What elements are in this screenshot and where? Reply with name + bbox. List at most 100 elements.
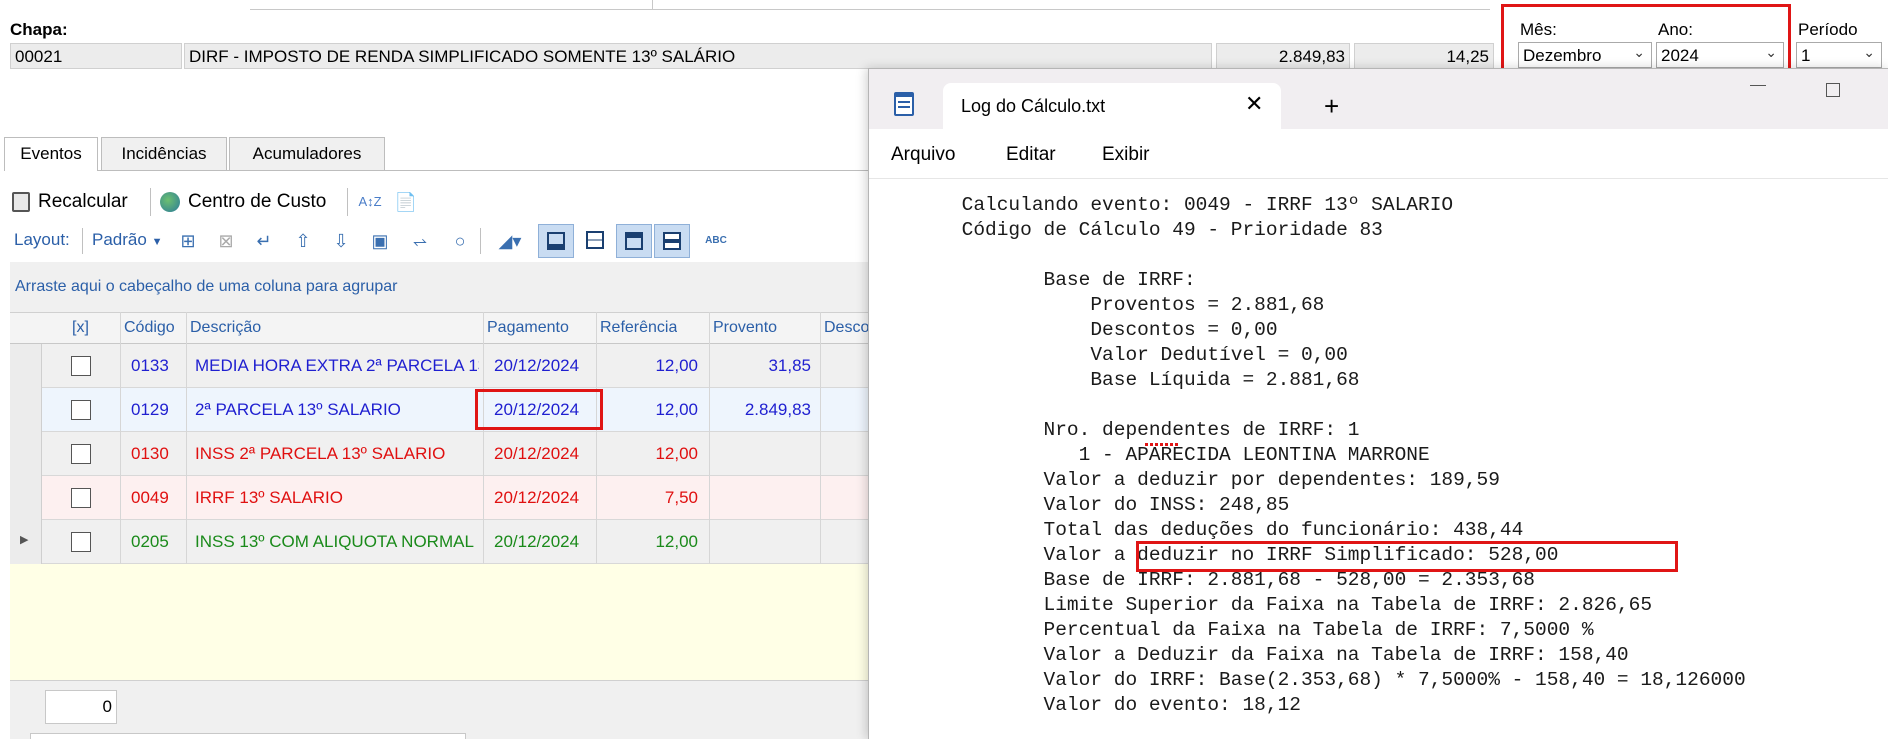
mes-select[interactable]: Dezembro ⌄ [1518, 42, 1652, 68]
col-header-codigo[interactable]: Código [124, 319, 175, 337]
layout-top-panel-icon[interactable] [616, 224, 652, 258]
irrf-simplificado-highlight [1136, 541, 1678, 572]
delete-row-icon[interactable]: ⊠ [212, 227, 240, 255]
notepad-tab[interactable]: Log do Cálculo.txt ✕ [943, 83, 1281, 129]
minimize-icon[interactable] [1750, 85, 1766, 86]
move-down-icon[interactable]: ⇩ [327, 227, 355, 255]
group-hint: Arraste aqui o cabeçalho de uma coluna p… [15, 278, 398, 295]
tab-incidencias[interactable]: Incidências [101, 137, 227, 170]
cell-provento: 31,85 [768, 356, 811, 375]
footer-count-field[interactable]: 0 [45, 690, 117, 724]
menu-arquivo[interactable]: Arquivo [891, 144, 955, 166]
tab-incidencias-label: Incidências [121, 144, 207, 163]
log-line: Base de IRRF: [868, 269, 1196, 291]
toolbar-separator [347, 188, 348, 216]
toolbar-separator [82, 228, 83, 254]
sort-az-icon[interactable]: A↕Z [356, 188, 384, 216]
valor1-field[interactable]: 2.849,83 [1216, 43, 1350, 69]
document-settings-icon[interactable]: 📄 [392, 188, 420, 216]
maximize-icon[interactable] [1826, 83, 1840, 97]
spellcheck-icon[interactable]: ABC [698, 227, 734, 255]
chevron-down-icon: ⌄ [1765, 44, 1777, 60]
top-divider [250, 9, 1490, 10]
caret-down-icon: ▼ [151, 236, 163, 248]
descricao-field[interactable]: DIRF - IMPOSTO DE RENDA SIMPLIFICADO SOM… [184, 43, 1212, 69]
menu-exibir[interactable]: Exibir [1102, 144, 1150, 166]
pagamento-highlight [475, 389, 603, 430]
log-line: Valor do INSS: 248,85 [868, 494, 1290, 516]
cell-referencia: 12,00 [655, 444, 698, 463]
col-header-referencia[interactable]: Referência [600, 319, 677, 337]
cell-descricao: MEDIA HORA EXTRA 2ª PARCELA 13º [195, 356, 479, 375]
ano-select[interactable]: 2024 ⌄ [1656, 42, 1784, 68]
log-line: Limite Superior da Faixa na Tabela de IR… [868, 594, 1653, 616]
row-checkbox[interactable] [71, 356, 91, 376]
log-line: Valor do evento: 18,12 [868, 694, 1301, 716]
tab-eventos[interactable]: Eventos [4, 137, 98, 171]
layout-padrao-dropdown[interactable]: Padrão ▼ [92, 230, 162, 250]
periodo-select-value: 1 [1801, 46, 1811, 65]
col-header-desconto[interactable]: Desco [824, 319, 870, 337]
chevron-down-icon: ⌄ [1863, 44, 1875, 60]
row-checkbox[interactable] [71, 444, 91, 464]
col-header-pagamento[interactable]: Pagamento [487, 319, 569, 337]
toolbar-separator [150, 188, 151, 216]
valor2-field[interactable]: 14,25 [1354, 43, 1494, 69]
log-line: Valor a deduzir por dependentes: 189,59 [868, 469, 1500, 491]
chapa-field[interactable]: 00021 [10, 43, 182, 69]
cell-codigo: 0049 [131, 488, 169, 507]
col-header-check[interactable]: [x] [72, 319, 89, 337]
add-row-icon[interactable]: ⊞ [174, 227, 202, 255]
pin-icon[interactable]: ⥋ [406, 227, 434, 255]
tab-eventos-label: Eventos [20, 144, 82, 163]
paint-roller-icon[interactable]: ▣ [366, 227, 394, 255]
cell-referencia: 7,50 [664, 488, 698, 507]
layout-bottom-panel-icon[interactable] [538, 224, 574, 258]
return-icon[interactable]: ↵ [250, 227, 278, 255]
log-line: Proventos = 2.881,68 [868, 294, 1325, 316]
cell-codigo: 0133 [131, 356, 169, 375]
top-divider-tick [652, 0, 653, 10]
layout-label: Layout: [14, 230, 70, 249]
toolbar-separator [480, 228, 481, 254]
cell-codigo: 0205 [131, 532, 169, 551]
close-tab-icon[interactable]: ✕ [1245, 91, 1263, 117]
log-line: Valor Dedutível = 0,00 [868, 344, 1348, 366]
ano-select-value: 2024 [1661, 46, 1699, 65]
centro-custo-button[interactable]: Centro de Custo [160, 188, 326, 216]
new-tab-icon[interactable]: + [1324, 91, 1339, 122]
tab-acumuladores[interactable]: Acumuladores [229, 137, 385, 170]
col-divider [596, 312, 597, 564]
layout-split-icon[interactable] [578, 224, 614, 258]
row-checkbox[interactable] [71, 400, 91, 420]
calculator-icon [12, 192, 30, 212]
menu-editar[interactable]: Editar [1006, 144, 1056, 166]
col-divider [483, 312, 484, 564]
move-up-icon[interactable]: ⇧ [289, 227, 317, 255]
current-row-arrow-icon: ▶ [20, 534, 29, 546]
shapes-icon[interactable]: ○ [446, 227, 474, 255]
row-checkbox[interactable] [71, 532, 91, 552]
cell-referencia: 12,00 [655, 400, 698, 419]
col-divider [820, 312, 821, 564]
log-line: 1 - APARECIDA LEONTINA MARRONE [868, 444, 1430, 466]
cell-pagamento: 20/12/2024 [494, 444, 580, 463]
log-line: Base de IRRF: 2.881,68 - 528,00 = 2.353,… [868, 569, 1536, 591]
col-header-provento[interactable]: Provento [713, 319, 777, 337]
cell-referencia: 12,00 [655, 532, 698, 551]
log-line: Descontos = 0,00 [868, 319, 1278, 341]
periodo-select[interactable]: 1 ⌄ [1796, 42, 1882, 68]
notepad-app-icon [894, 92, 914, 116]
cell-descricao: 2ª PARCELA 13º SALARIO [195, 400, 401, 419]
recalcular-button[interactable]: Recalcular [12, 188, 128, 216]
log-line: Valor a Deduzir da Faixa na Tabela de IR… [868, 644, 1629, 666]
layout-full-icon[interactable] [654, 224, 690, 258]
chart-dropdown-icon[interactable]: ◢▾ [490, 227, 530, 255]
cell-descricao: IRRF 13º SALARIO [195, 488, 343, 507]
chapa-label: Chapa: [10, 20, 68, 39]
col-header-descricao[interactable]: Descrição [190, 319, 261, 337]
row-checkbox[interactable] [71, 488, 91, 508]
bottom-scrollbar[interactable] [30, 733, 466, 739]
grid-footer [10, 680, 870, 739]
notepad-tab-title: Log do Cálculo.txt [961, 96, 1106, 116]
